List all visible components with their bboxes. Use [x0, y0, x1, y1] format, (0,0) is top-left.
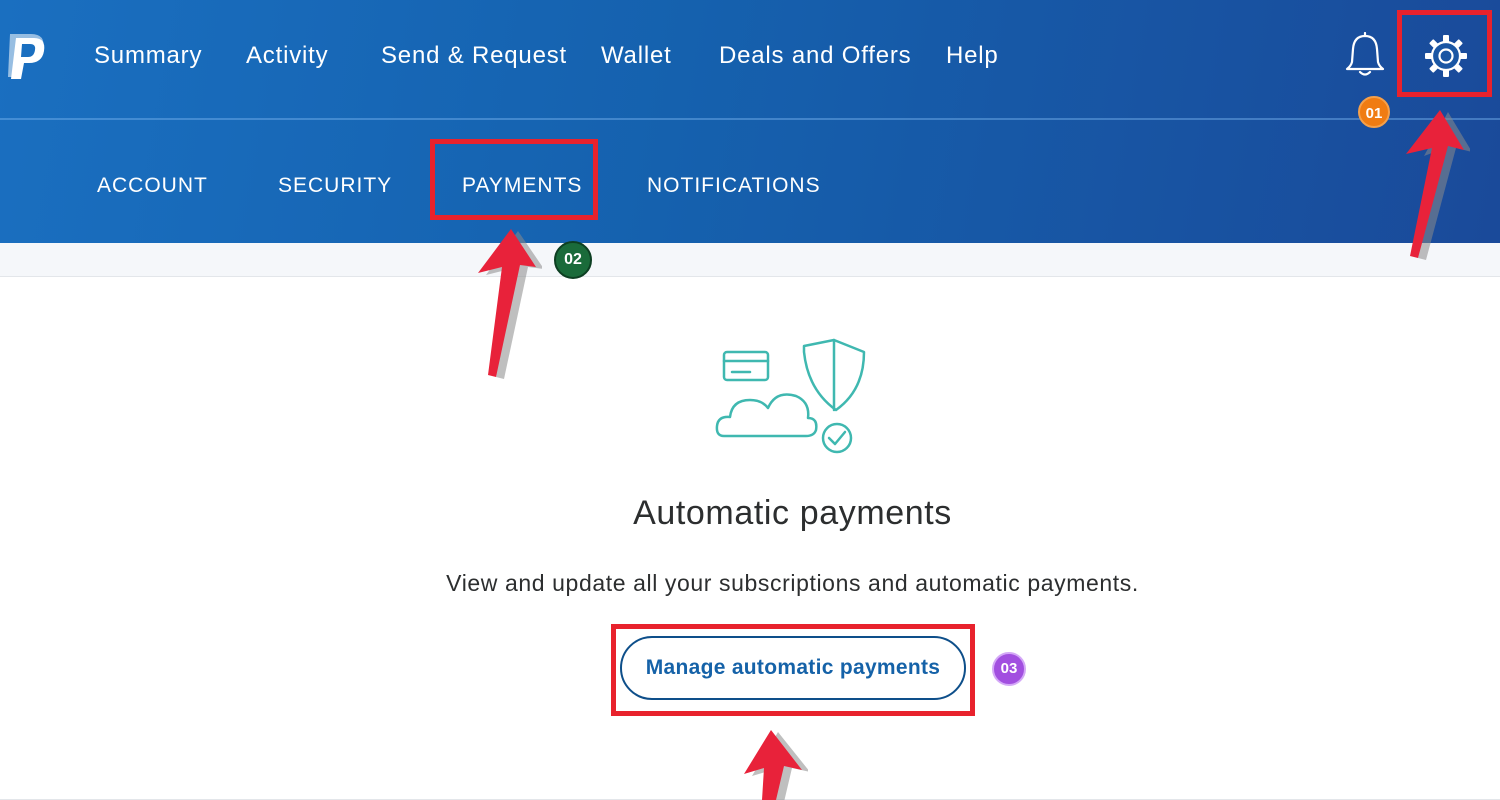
- tab-account[interactable]: ACCOUNT: [97, 168, 208, 204]
- header-bar: [0, 0, 1500, 243]
- tab-notifications[interactable]: NOTIFICATIONS: [647, 168, 821, 204]
- step-badge-03: 03: [992, 652, 1026, 686]
- payments-cloud-shield-icon: [715, 338, 866, 454]
- nav-send-request[interactable]: Send & Request: [381, 38, 567, 74]
- manage-automatic-payments-button[interactable]: Manage automatic payments: [620, 636, 966, 700]
- bell-icon[interactable]: [1344, 32, 1386, 78]
- paypal-logo[interactable]: [4, 30, 48, 80]
- tab-security[interactable]: SECURITY: [278, 168, 392, 204]
- header-divider: [0, 118, 1500, 120]
- nav-wallet[interactable]: Wallet: [601, 38, 672, 74]
- step-badge-01: 01: [1358, 96, 1390, 128]
- nav-help[interactable]: Help: [946, 38, 999, 74]
- step-badge-02: 02: [554, 241, 592, 279]
- nav-summary[interactable]: Summary: [94, 38, 202, 74]
- card-description: View and update all your subscriptions a…: [446, 570, 1139, 596]
- nav-deals-offers[interactable]: Deals and Offers: [719, 38, 911, 74]
- nav-activity[interactable]: Activity: [246, 38, 328, 74]
- gear-icon[interactable]: [1423, 33, 1469, 79]
- card-title: Automatic payments: [633, 494, 952, 532]
- tab-payments[interactable]: PAYMENTS: [462, 168, 582, 204]
